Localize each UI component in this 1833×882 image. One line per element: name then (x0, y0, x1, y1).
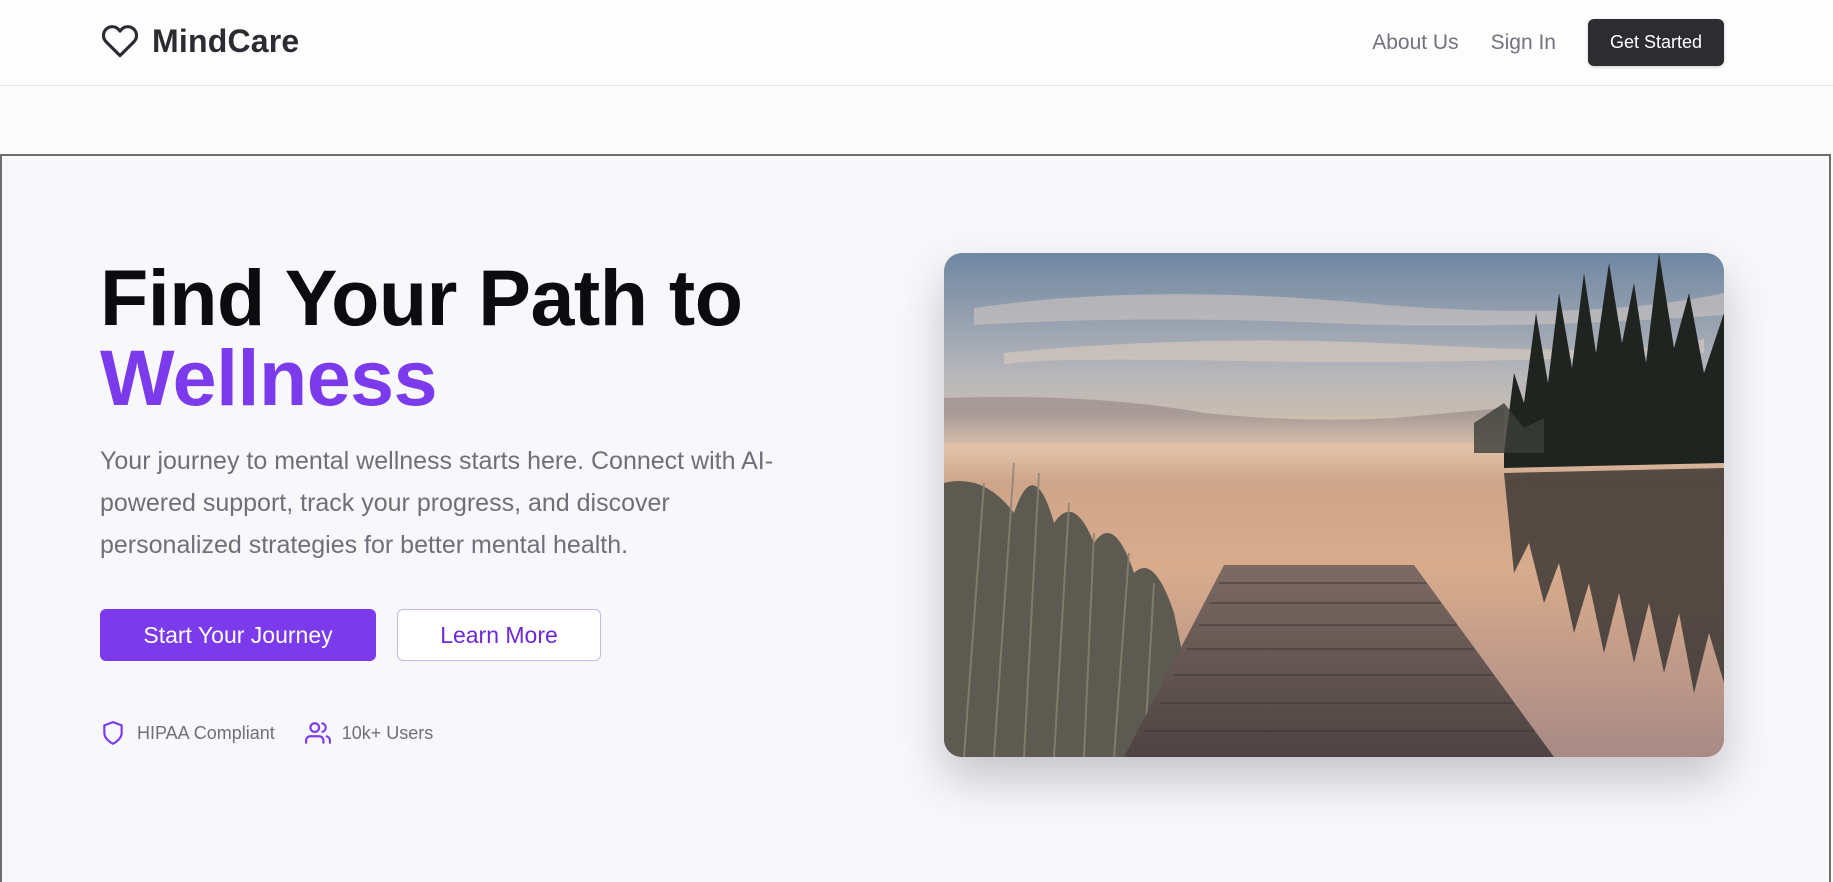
badge-hipaa: HIPAA Compliant (100, 720, 275, 746)
top-nav: MindCare About Us Sign In Get Started (0, 0, 1833, 86)
landing-page: MindCare About Us Sign In Get Started Fi… (0, 0, 1833, 882)
badge-users: 10k+ Users (304, 720, 434, 746)
nav-sign-in[interactable]: Sign In (1491, 31, 1556, 55)
users-icon (304, 720, 331, 746)
badge-label: HIPAA Compliant (137, 722, 275, 743)
learn-more-button[interactable]: Learn More (397, 609, 601, 661)
hero-title-line1: Find Your Path to (100, 253, 743, 342)
brand-logo[interactable]: MindCare (100, 22, 299, 60)
nav-links: About Us Sign In Get Started (1372, 19, 1724, 66)
trust-badges: HIPAA Compliant 10k+ Users (100, 720, 463, 746)
hero-description: Your journey to mental wellness starts h… (100, 447, 774, 559)
start-journey-button[interactable]: Start Your Journey (100, 609, 376, 661)
badge-label: 10k+ Users (341, 722, 434, 743)
shield-icon (100, 720, 126, 746)
heart-icon (100, 22, 140, 60)
hero-image-lake-pier (944, 253, 1724, 757)
hero-title: Find Your Path to Wellness (100, 258, 860, 418)
get-started-button[interactable]: Get Started (1588, 19, 1724, 66)
nav-about-us[interactable]: About Us (1372, 31, 1458, 55)
hero-title-accent: Wellness (100, 333, 438, 422)
brand-name: MindCare (152, 22, 300, 59)
